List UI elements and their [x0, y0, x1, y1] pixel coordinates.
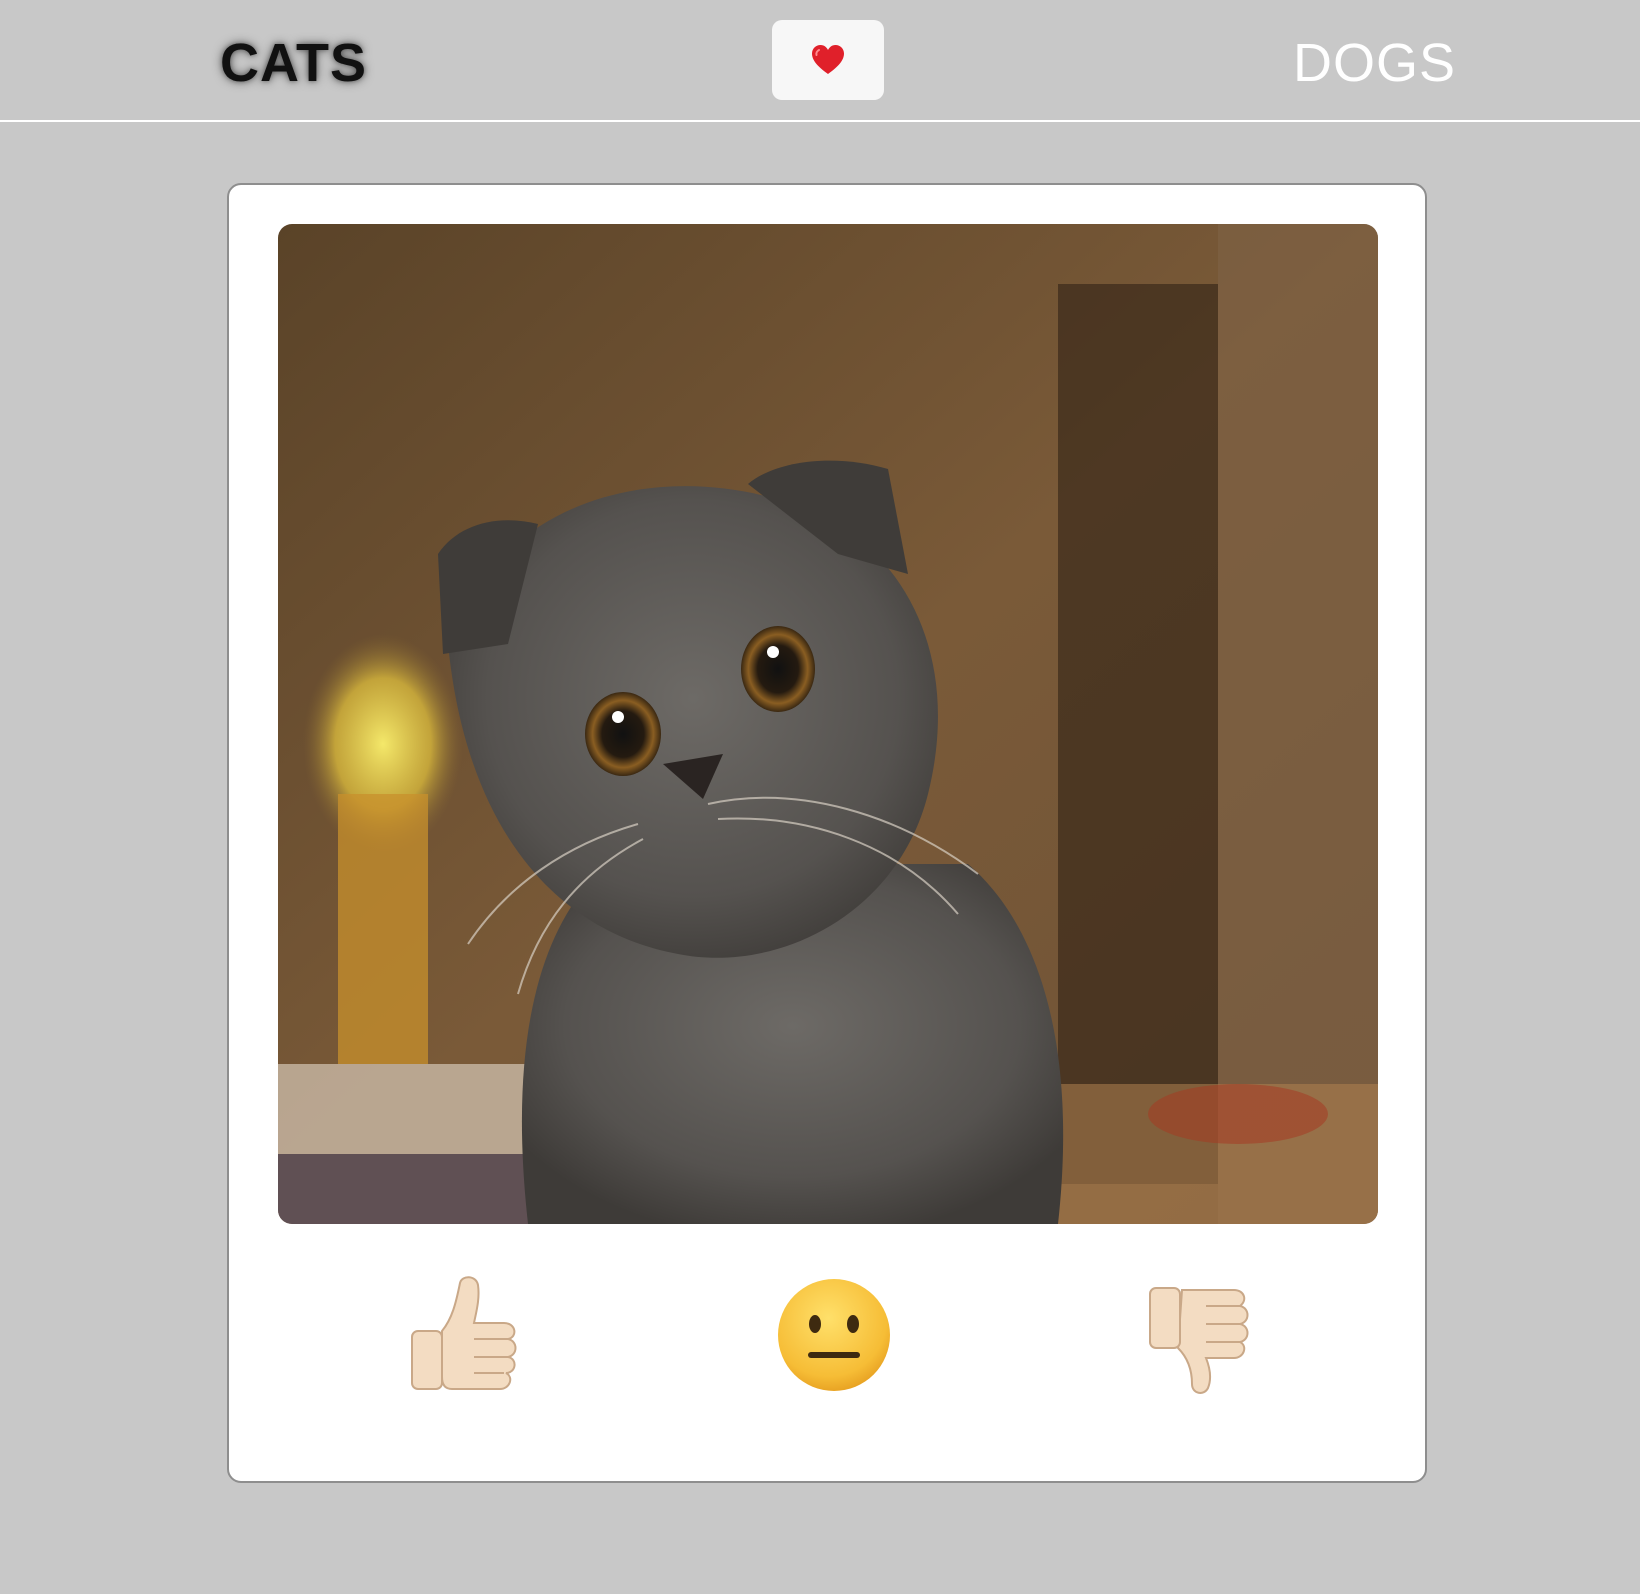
reaction-bar — [229, 1270, 1425, 1420]
neutral-button[interactable] — [769, 1270, 899, 1400]
dislike-button[interactable] — [1134, 1270, 1264, 1400]
heart-icon — [812, 45, 844, 74]
tab-cats[interactable]: CATS — [220, 28, 367, 98]
thumbs-up-icon — [411, 1276, 517, 1390]
like-button[interactable] — [399, 1270, 529, 1400]
photo-card — [227, 183, 1427, 1483]
favorites-button[interactable] — [772, 20, 884, 100]
tab-dogs[interactable]: DOGS — [1293, 28, 1456, 98]
neutral-face-icon — [778, 1279, 890, 1391]
top-navigation: CATS DOGS — [0, 0, 1640, 122]
cat-photo — [278, 224, 1378, 1224]
thumbs-down-icon — [1149, 1287, 1249, 1394]
